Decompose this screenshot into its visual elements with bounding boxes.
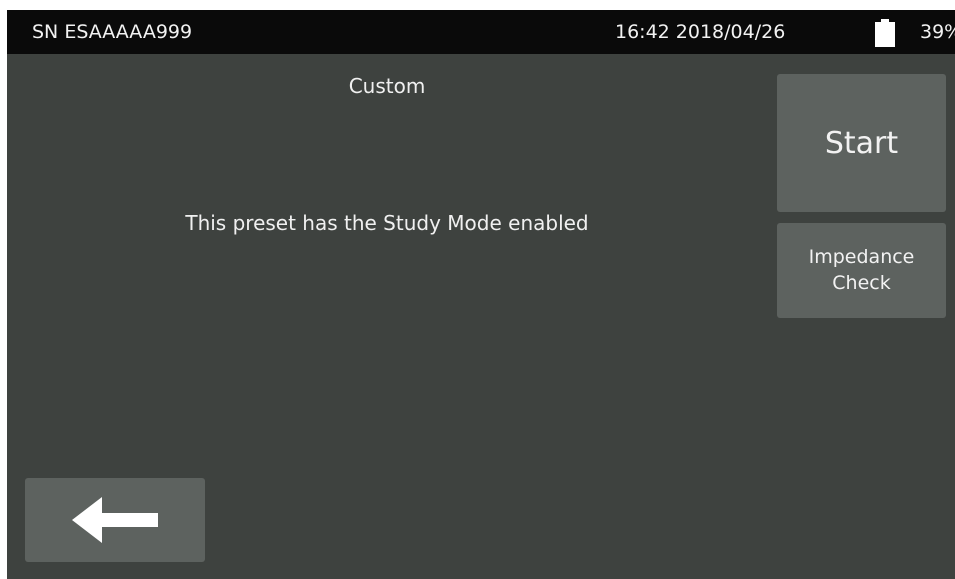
battery-percent: 39%: [920, 21, 955, 43]
device-screen: SN ESAAAAA999 16:42 2018/04/26 39% Custo…: [7, 10, 955, 579]
study-mode-message: This preset has the Study Mode enabled: [185, 211, 589, 235]
serial-number: SN ESAAAAA999: [32, 21, 193, 43]
preset-title: Custom: [348, 74, 426, 98]
impedance-check-label-line1: Impedance: [808, 245, 915, 268]
start-button-label: Start: [824, 125, 899, 161]
impedance-check-button[interactable]: Impedance Check: [777, 223, 946, 318]
date-time: 16:42 2018/04/26: [615, 21, 786, 43]
impedance-check-label-line2: Check: [832, 271, 891, 294]
arrow-left-icon: [72, 497, 158, 543]
status-bar: SN ESAAAAA999 16:42 2018/04/26 39%: [7, 10, 955, 54]
battery-icon: [875, 19, 895, 47]
start-button[interactable]: Start: [777, 74, 946, 212]
back-button[interactable]: [25, 478, 205, 562]
